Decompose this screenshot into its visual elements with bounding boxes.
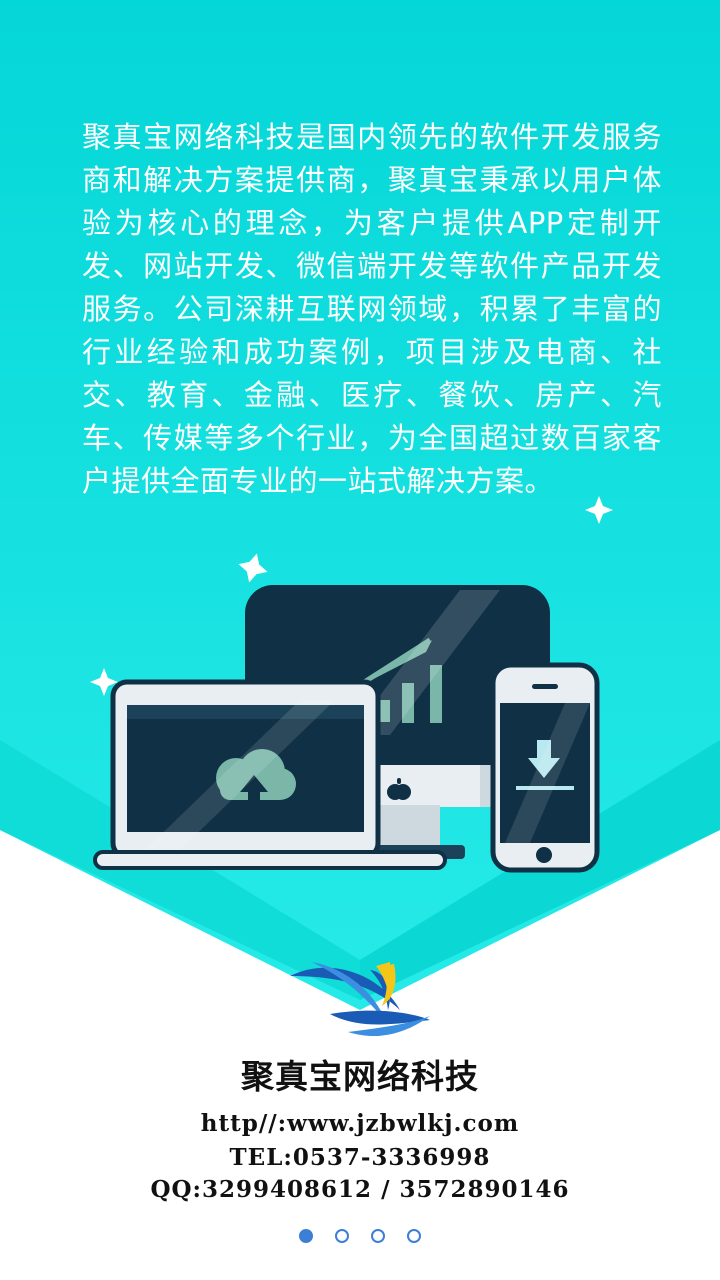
qq-numbers: QQ:3299408612 / 3572890146 bbox=[150, 1176, 570, 1203]
phone-illustration bbox=[490, 662, 600, 873]
website-link[interactable]: http//:www.jzbwlkj.com bbox=[0, 1110, 720, 1137]
brand-name: 聚真宝网络科技 bbox=[241, 1057, 479, 1096]
page-dot-4[interactable] bbox=[407, 1229, 421, 1243]
page-dot-3[interactable] bbox=[371, 1229, 385, 1243]
page-dot-1[interactable] bbox=[299, 1229, 313, 1243]
phone-number[interactable]: TEL:0537-3336998 bbox=[0, 1144, 720, 1171]
company-intro-text: 聚真宝网络科技是国内领先的软件开发服务商和解决方案提供商，聚真宝秉承以用户体验为… bbox=[82, 120, 662, 498]
page-dot-2[interactable] bbox=[335, 1229, 349, 1243]
page-indicator bbox=[0, 1229, 720, 1253]
